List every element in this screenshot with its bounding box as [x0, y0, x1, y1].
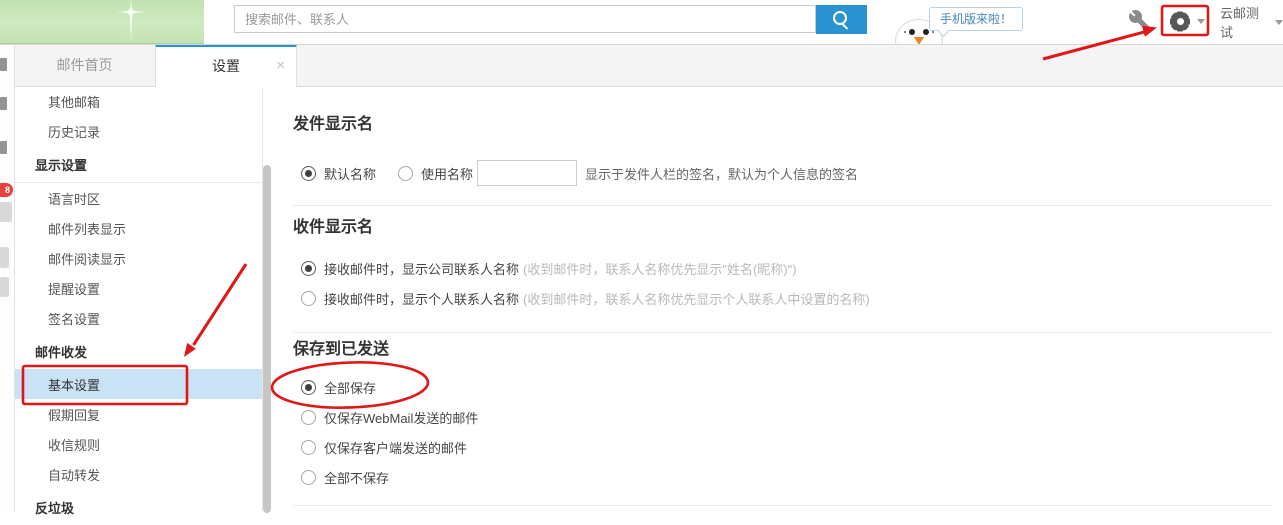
settings-sidebar: 其他邮箱历史记录显示设置语言时区邮件列表显示邮件阅读显示提醒设置签名设置邮件收发…	[14, 86, 263, 512]
close-icon[interactable]: ×	[276, 47, 285, 85]
mobile-version-bubble[interactable]: 手机版来啦！	[929, 7, 1023, 31]
tab-settings-label: 设置	[212, 58, 240, 74]
section-title: 发件显示名	[293, 86, 1272, 136]
magnifier-icon	[833, 11, 847, 25]
gear-icon[interactable]	[1169, 10, 1191, 32]
radio-unselected[interactable]	[301, 440, 316, 455]
clipped-text-fragment	[0, 141, 7, 154]
webmail-logo	[0, 0, 204, 44]
radio-label: 仅保存客户端发送的邮件	[324, 438, 467, 457]
clipped-icon-fragment	[0, 277, 9, 297]
sidebar-item[interactable]: 邮件阅读显示	[14, 243, 262, 273]
sidebar-item[interactable]: 签名设置	[14, 303, 262, 333]
tab-bar: 邮件首页 设置 ×	[14, 44, 1283, 87]
radio-option[interactable]: 使用名称	[398, 164, 473, 183]
search-input[interactable]	[234, 5, 816, 33]
radio-unselected[interactable]	[301, 291, 316, 306]
clipped-icon-fragment	[0, 202, 12, 222]
account-menu[interactable]: 云邮测试	[1220, 0, 1283, 44]
radio-label: 使用名称	[421, 164, 473, 183]
radio-option[interactable]: 仅保存WebMail发送的邮件	[301, 408, 478, 427]
sidebar-item[interactable]: 历史记录	[14, 116, 262, 146]
radio-selected[interactable]	[301, 166, 316, 181]
section-sender-display-name: 发件显示名默认名称 使用名称 显示于发件人栏的签名，默认为个人信息的签名	[293, 86, 1272, 206]
section-title: 保存到已发送	[293, 339, 1272, 361]
sidebar-scrollbar-thumb[interactable]	[263, 165, 271, 513]
section-divider	[293, 205, 1272, 206]
wrench-icon[interactable]	[1128, 9, 1152, 33]
option-row[interactable]: 全部保存	[293, 372, 1272, 402]
beak-icon	[914, 37, 924, 44]
radio-option[interactable]: 仅保存客户端发送的邮件	[301, 438, 467, 457]
unread-count-badge: 8	[0, 183, 13, 197]
clipped-text-fragment	[0, 97, 7, 110]
top-bar: 手机版来啦！ 云邮测试	[0, 0, 1283, 45]
option-row[interactable]: 全部不保存	[293, 462, 1272, 492]
sidebar-item[interactable]: 基本设置	[14, 369, 262, 399]
radio-label: 全部不保存	[324, 468, 389, 487]
radio-option[interactable]: 接收邮件时，显示个人联系人名称(收到邮件时，联系人名称优先显示个人联系人中设置的…	[301, 289, 870, 308]
radio-label: 仅保存WebMail发送的邮件	[324, 408, 478, 427]
option-row[interactable]: 接收邮件时，显示个人联系人名称(收到邮件时，联系人名称优先显示个人联系人中设置的…	[293, 283, 1272, 313]
sidebar-item[interactable]: 语言时区	[14, 183, 262, 213]
section-options: 全部保存仅保存WebMail发送的邮件仅保存客户端发送的邮件全部不保存	[293, 372, 1272, 492]
option-row[interactable]: 仅保存WebMail发送的邮件	[293, 402, 1272, 432]
clipped-icon-fragment	[0, 247, 9, 268]
radio-label: 接收邮件时，显示公司联系人名称	[324, 259, 519, 278]
section-title: 收件显示名	[293, 217, 1272, 239]
option-row[interactable]: 默认名称 使用名称 显示于发件人栏的签名，默认为个人信息的签名	[293, 158, 1272, 188]
option-row[interactable]: 接收邮件时，显示公司联系人名称(收到邮件时，联系人名称优先显示"姓名(昵称)")	[293, 253, 1272, 283]
radio-unselected[interactable]	[301, 470, 316, 485]
sidebar-section-header: 邮件收发	[14, 333, 262, 369]
radio-label: 接收邮件时，显示个人联系人名称	[324, 289, 519, 308]
section-options: 默认名称 使用名称 显示于发件人栏的签名，默认为个人信息的签名	[293, 158, 1272, 188]
radio-unselected[interactable]	[301, 410, 316, 425]
radio-note: (收到邮件时，联系人名称优先显示"姓名(昵称)")	[523, 259, 797, 278]
sparkle-decoration	[120, 0, 142, 46]
clipped-folder-strip: 8	[0, 44, 15, 512]
radio-selected[interactable]	[301, 380, 316, 395]
tab-settings[interactable]: 设置 ×	[155, 44, 297, 87]
radio-note: (收到邮件时，联系人名称优先显示个人联系人中设置的名称)	[523, 289, 870, 308]
option-row[interactable]: 仅保存客户端发送的邮件	[293, 432, 1272, 462]
section-divider	[293, 332, 1272, 333]
section-divider	[293, 505, 1272, 506]
sidebar-item[interactable]: 提醒设置	[14, 273, 262, 303]
option-hint: 显示于发件人栏的签名，默认为个人信息的签名	[585, 164, 858, 183]
radio-option[interactable]: 全部保存	[301, 378, 376, 397]
search-button[interactable]	[816, 5, 867, 34]
account-chevron-down-icon	[1275, 20, 1283, 25]
sidebar-item[interactable]: 自动转发	[14, 459, 262, 489]
section-recipient-display-name: 收件显示名接收邮件时，显示公司联系人名称(收到邮件时，联系人名称优先显示"姓名(…	[293, 217, 1272, 333]
radio-option[interactable]: 接收邮件时，显示公司联系人名称(收到邮件时，联系人名称优先显示"姓名(昵称)")	[301, 259, 797, 278]
display-name-input[interactable]	[477, 160, 577, 186]
radio-option[interactable]: 全部不保存	[301, 468, 389, 487]
radio-unselected[interactable]	[398, 166, 413, 181]
radio-label: 默认名称	[324, 164, 376, 183]
radio-selected[interactable]	[301, 261, 316, 276]
sidebar-section-header: 显示设置	[14, 146, 262, 183]
clipped-text-fragment	[0, 58, 7, 71]
sidebar-item[interactable]: 其他邮箱	[14, 86, 262, 116]
settings-content: 发件显示名默认名称 使用名称 显示于发件人栏的签名，默认为个人信息的签名收件显示名接…	[263, 86, 1283, 512]
section-save-to-sent: 保存到已发送全部保存仅保存WebMail发送的邮件仅保存客户端发送的邮件全部不保…	[293, 339, 1272, 506]
section-options: 接收邮件时，显示公司联系人名称(收到邮件时，联系人名称优先显示"姓名(昵称)")…	[293, 253, 1272, 313]
radio-option[interactable]: 默认名称	[301, 164, 376, 183]
sidebar-item[interactable]: 邮件列表显示	[14, 213, 262, 243]
radio-label: 全部保存	[324, 378, 376, 397]
gear-chevron-down-icon[interactable]	[1197, 19, 1205, 24]
account-name: 云邮测试	[1220, 3, 1270, 41]
sidebar-item[interactable]: 收信规则	[14, 429, 262, 459]
tab-mail-home[interactable]: 邮件首页	[14, 44, 155, 86]
sidebar-item[interactable]: 假期回复	[14, 399, 262, 429]
sidebar-section-header: 反垃圾	[14, 489, 262, 525]
